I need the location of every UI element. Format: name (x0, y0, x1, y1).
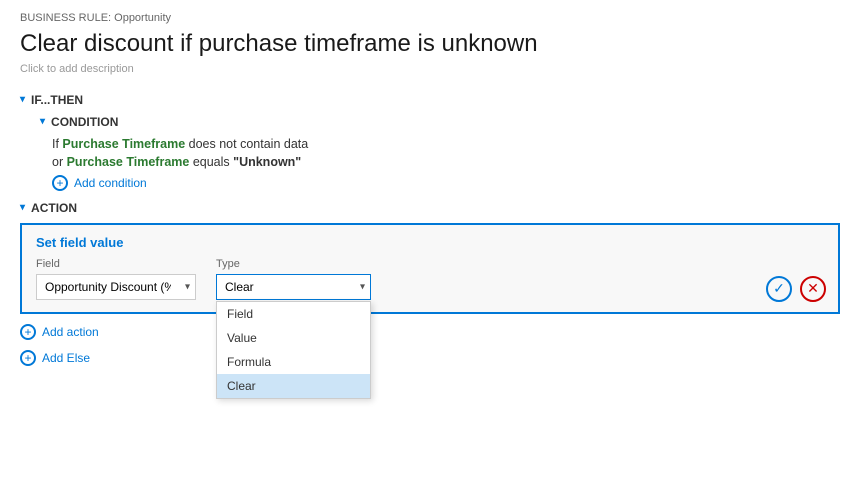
if-then-chevron: ▾ (20, 94, 25, 105)
action-section: ▾ ACTION Set field value Field Opportuni… (20, 201, 837, 340)
type-input[interactable] (216, 274, 371, 300)
add-action-label: Add action (42, 325, 99, 339)
action-header[interactable]: ▾ ACTION (20, 201, 837, 215)
cancel-button[interactable]: ✕ (800, 276, 826, 302)
condition-chevron: ▾ (40, 116, 45, 127)
action-card: Set field value Field Opportunity Discou… (20, 223, 840, 314)
field-label: Field (36, 258, 196, 270)
close-icon: ✕ (807, 280, 819, 297)
if-then-section: ▾ IF...THEN ▾ CONDITION If Purchase Time… (20, 93, 837, 191)
condition-text-2: equals (193, 155, 233, 169)
action-card-title: Set field value (36, 235, 824, 250)
if-then-header[interactable]: ▾ IF...THEN (20, 93, 837, 107)
dropdown-item-field[interactable]: Field (217, 302, 370, 326)
add-else-label: Add Else (42, 351, 90, 365)
type-column: Type ▾ Field Value Formula Clear (216, 258, 371, 300)
add-condition-icon: + (52, 175, 68, 191)
field-select-wrapper: Opportunity Discount (%) ▾ (36, 274, 196, 300)
dropdown-item-value[interactable]: Value (217, 326, 370, 350)
action-chevron: ▾ (20, 202, 25, 213)
if-then-label: IF...THEN (31, 93, 83, 107)
type-dropdown-menu: Field Value Formula Clear (216, 301, 371, 399)
condition-value-2: "Unknown" (233, 155, 301, 169)
add-action-button[interactable]: + Add action (20, 324, 837, 340)
condition-line-1: If Purchase Timeframe does not contain d… (52, 137, 837, 151)
field-row: Field Opportunity Discount (%) ▾ Type ▾ (36, 258, 824, 300)
condition-field-2: Purchase Timeframe (67, 155, 190, 169)
condition-label: CONDITION (51, 115, 118, 129)
condition-header[interactable]: ▾ CONDITION (40, 115, 837, 129)
condition-field-1: Purchase Timeframe (62, 137, 185, 151)
dropdown-item-clear[interactable]: Clear (217, 374, 370, 398)
field-select[interactable]: Opportunity Discount (%) (36, 274, 196, 300)
description-hint[interactable]: Click to add description (20, 63, 837, 75)
add-action-icon: + (20, 324, 36, 340)
add-condition-button[interactable]: + Add condition (52, 175, 837, 191)
breadcrumb: BUSINESS RULE: Opportunity (20, 12, 837, 24)
page-title: Clear discount if purchase timeframe is … (20, 30, 837, 59)
field-column: Field Opportunity Discount (%) ▾ (36, 258, 196, 300)
add-else-button[interactable]: + Add Else (20, 350, 837, 366)
type-input-wrapper: ▾ Field Value Formula Clear (216, 274, 371, 300)
confirm-button[interactable]: ✓ (766, 276, 792, 302)
condition-prefix-2: or (52, 155, 67, 169)
page: BUSINESS RULE: Opportunity Clear discoun… (0, 0, 857, 502)
type-label: Type (216, 258, 371, 270)
condition-section: ▾ CONDITION If Purchase Timeframe does n… (40, 115, 837, 191)
condition-line-2: or Purchase Timeframe equals "Unknown" (52, 155, 837, 169)
check-icon: ✓ (773, 280, 785, 297)
condition-prefix-1: If (52, 137, 62, 151)
dropdown-item-formula[interactable]: Formula (217, 350, 370, 374)
add-else-icon: + (20, 350, 36, 366)
condition-text-1: does not contain data (189, 137, 309, 151)
add-condition-label: Add condition (74, 176, 147, 190)
action-label: ACTION (31, 201, 77, 215)
action-icons: ✓ ✕ (766, 276, 826, 302)
